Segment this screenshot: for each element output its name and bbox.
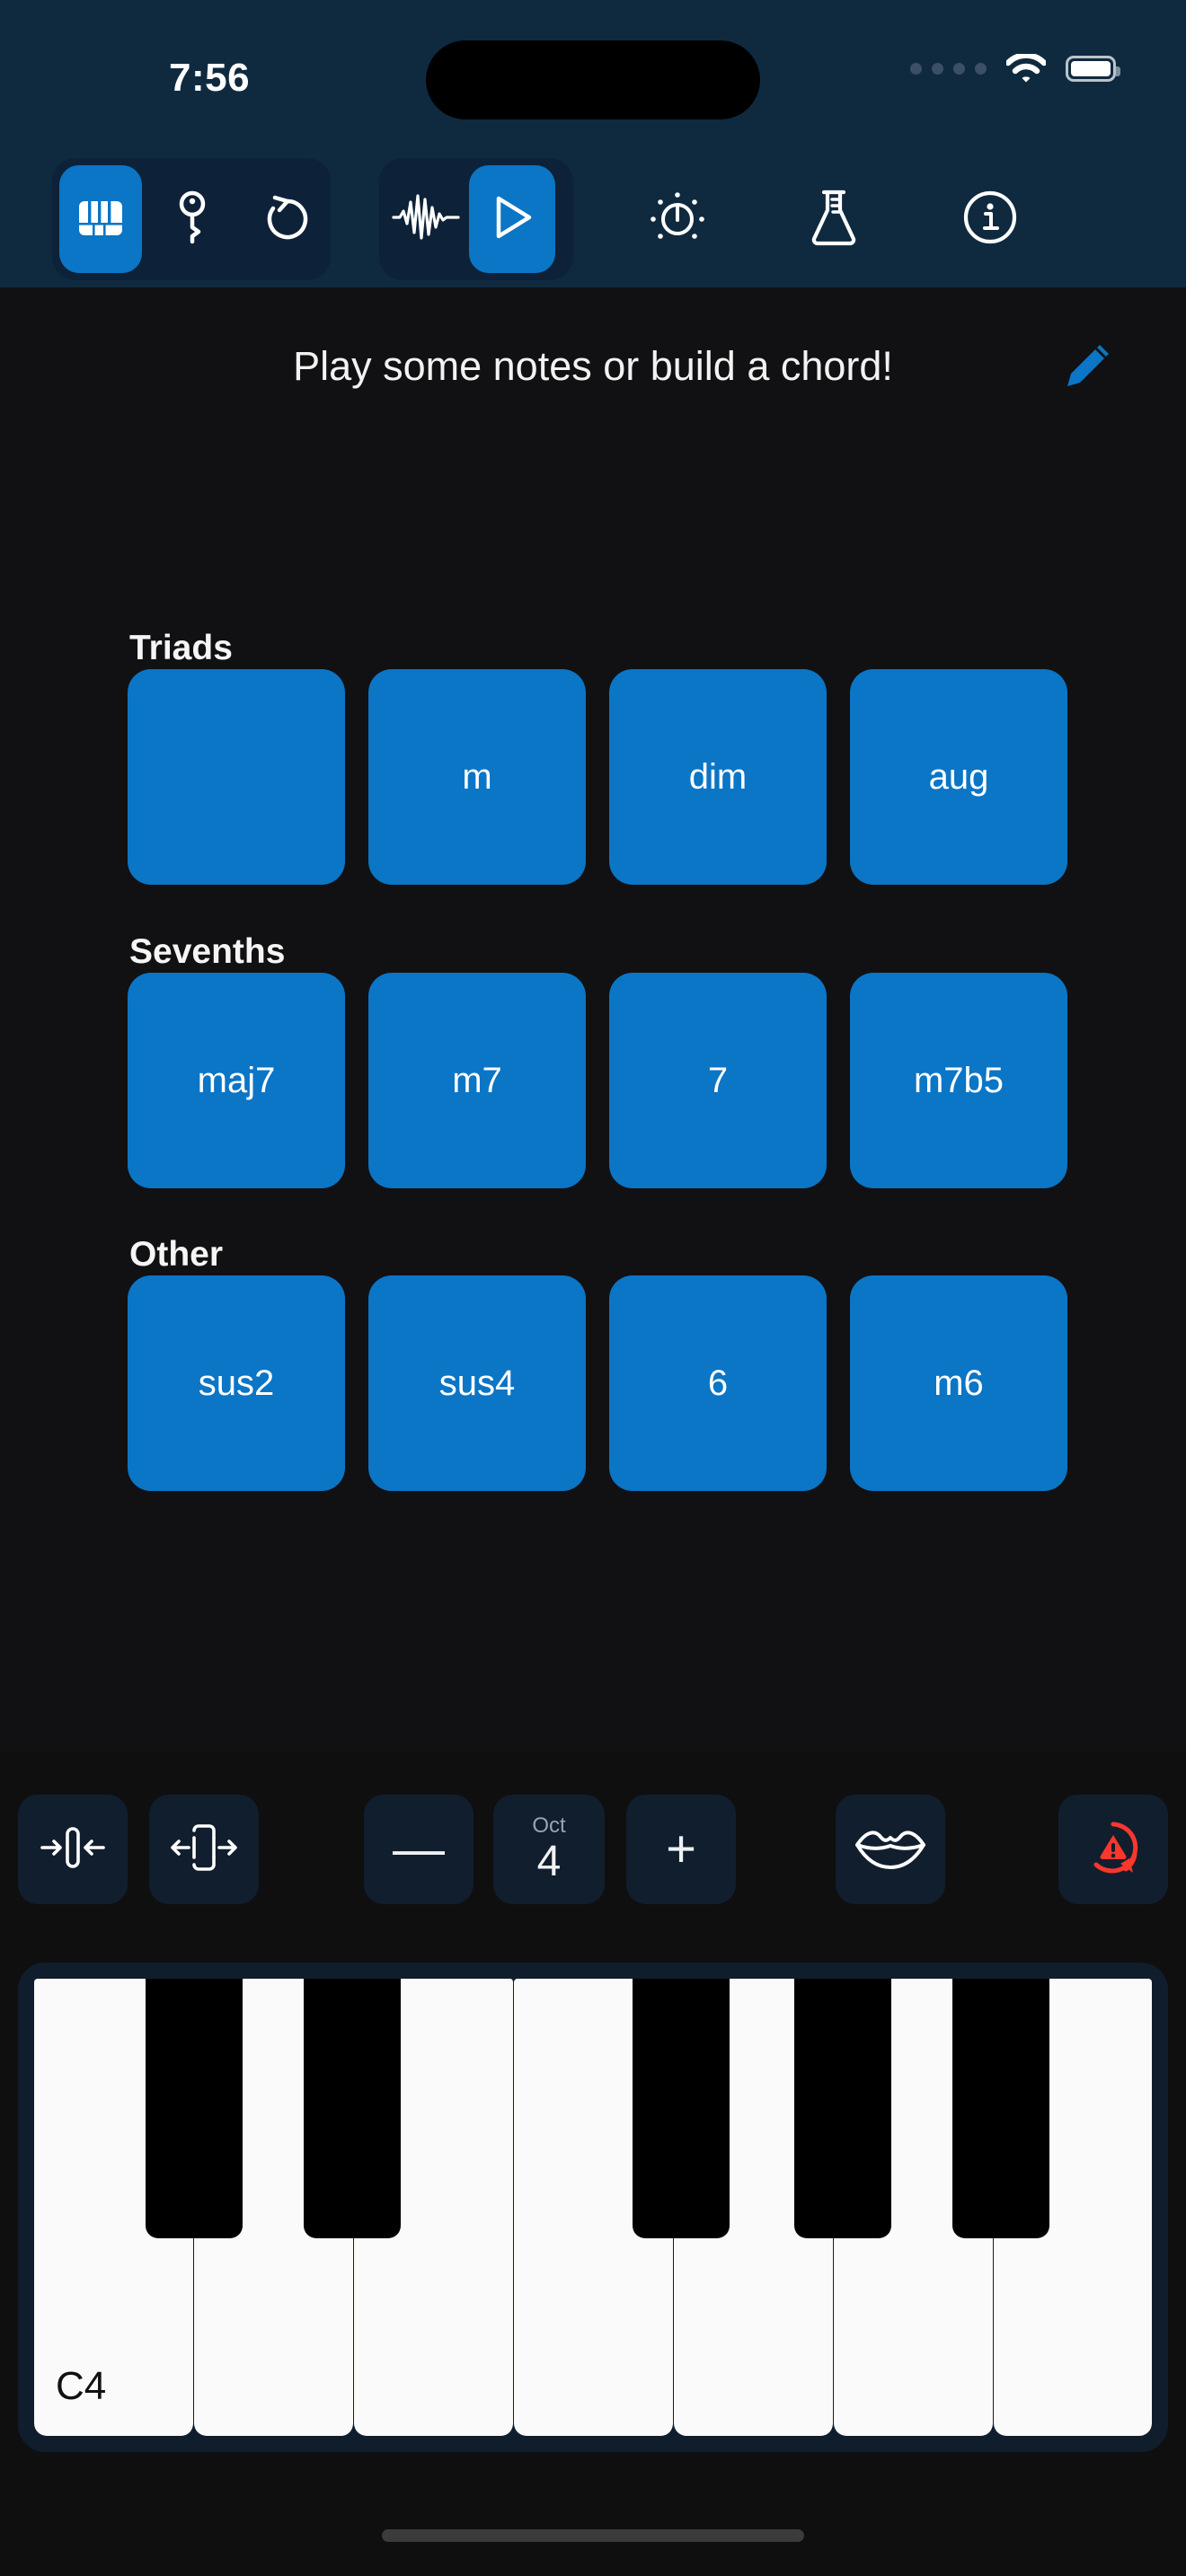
piano-keyboard-panel: C4 xyxy=(18,1963,1168,2452)
chord-button-m7[interactable]: m7 xyxy=(368,973,586,1188)
black-key-d-sharp[interactable] xyxy=(304,1979,401,2238)
waveform-icon xyxy=(392,191,460,248)
info-circle-icon xyxy=(961,189,1019,251)
octave-up-label: + xyxy=(666,1820,696,1878)
chord-button-m6[interactable]: m6 xyxy=(850,1275,1067,1491)
metronome-button[interactable] xyxy=(633,165,722,273)
narrow-keys-button[interactable] xyxy=(18,1795,128,1904)
home-indicator[interactable] xyxy=(382,2529,804,2542)
chord-button-sus2[interactable]: sus2 xyxy=(128,1275,345,1491)
undo-arrow-icon xyxy=(262,192,313,247)
status-bar: 7:56 xyxy=(0,0,1186,151)
black-key-c-sharp[interactable] xyxy=(146,1979,243,2238)
lab-button[interactable] xyxy=(789,165,879,273)
widen-keys-button[interactable] xyxy=(149,1795,259,1904)
key-icon xyxy=(170,190,215,250)
black-key-f-sharp[interactable] xyxy=(633,1979,730,2238)
pencil-icon xyxy=(1060,345,1116,397)
chord-button-sus4[interactable]: sus4 xyxy=(368,1275,586,1491)
octave-up-button[interactable]: + xyxy=(626,1795,736,1904)
wifi-icon xyxy=(1005,52,1048,83)
octave-caption: Oct xyxy=(532,1813,566,1838)
top-toolbar xyxy=(0,151,1186,287)
status-bar-indicators xyxy=(910,52,1120,83)
octave-down-button[interactable]: — xyxy=(364,1795,474,1904)
section-title-triads: Triads xyxy=(129,629,233,667)
octave-display[interactable]: Oct 4 xyxy=(493,1795,605,1904)
octave-value: 4 xyxy=(536,1838,562,1885)
chord-row-other: sus2 sus4 6 m6 xyxy=(128,1275,1067,1491)
piano-keys-icon xyxy=(74,190,128,249)
signal-dots-icon xyxy=(910,62,987,75)
expand-horizontal-icon xyxy=(169,1820,239,1880)
headline-row: Play some notes or build a chord! xyxy=(0,343,1186,390)
edit-button[interactable] xyxy=(1060,338,1116,393)
play-button[interactable] xyxy=(469,165,555,273)
chord-button-dim[interactable]: dim xyxy=(609,669,827,885)
white-key-label: C4 xyxy=(56,2364,107,2408)
collapse-horizontal-icon xyxy=(39,1820,107,1880)
chord-button-m7b5[interactable]: m7b5 xyxy=(850,973,1067,1188)
chord-button-maj7[interactable]: maj7 xyxy=(128,973,345,1188)
play-triangle-icon xyxy=(488,191,536,248)
section-title-other: Other xyxy=(129,1235,224,1274)
section-title-sevenths: Sevenths xyxy=(129,932,286,971)
octave-down-label: — xyxy=(393,1820,445,1878)
dynamic-island xyxy=(426,40,760,119)
panic-reset-button[interactable] xyxy=(1058,1795,1168,1904)
waveform-button[interactable] xyxy=(383,165,469,273)
black-key-g-sharp[interactable] xyxy=(794,1979,891,2238)
info-button[interactable] xyxy=(945,165,1035,273)
piano-keyboard: C4 xyxy=(34,1979,1152,2436)
alert-reset-icon xyxy=(1081,1815,1146,1884)
chord-row-triads: m dim aug xyxy=(128,669,1067,885)
tuner-dial-icon xyxy=(648,188,707,251)
black-key-a-sharp[interactable] xyxy=(952,1979,1049,2238)
page-title: Play some notes or build a chord! xyxy=(293,343,893,389)
toolbar-group-right xyxy=(633,165,1035,273)
key-signature-button[interactable] xyxy=(151,165,234,273)
chord-button-7[interactable]: 7 xyxy=(609,973,827,1188)
status-bar-time: 7:56 xyxy=(169,56,251,100)
chord-button-minor[interactable]: m xyxy=(368,669,586,885)
app-screen: 7:56 Play some notes or build a chord! T… xyxy=(0,0,1186,2576)
flask-icon xyxy=(806,187,862,252)
battery-icon xyxy=(1066,55,1120,82)
piano-keys-button[interactable] xyxy=(59,165,142,273)
main-content: Play some notes or build a chord! Triads… xyxy=(0,287,1186,1751)
toolbar-group-left xyxy=(52,158,331,280)
lips-icon xyxy=(854,1822,927,1877)
undo-button[interactable] xyxy=(246,165,329,273)
toolbar-group-middle xyxy=(379,158,573,280)
chord-button-aug[interactable]: aug xyxy=(850,669,1067,885)
keyboard-controls-bar: — Oct 4 + xyxy=(0,1751,1186,1949)
chord-button-major[interactable] xyxy=(128,669,345,885)
vocal-button[interactable] xyxy=(836,1795,945,1904)
chord-row-sevenths: maj7 m7 7 m7b5 xyxy=(128,973,1067,1188)
chord-button-6[interactable]: 6 xyxy=(609,1275,827,1491)
